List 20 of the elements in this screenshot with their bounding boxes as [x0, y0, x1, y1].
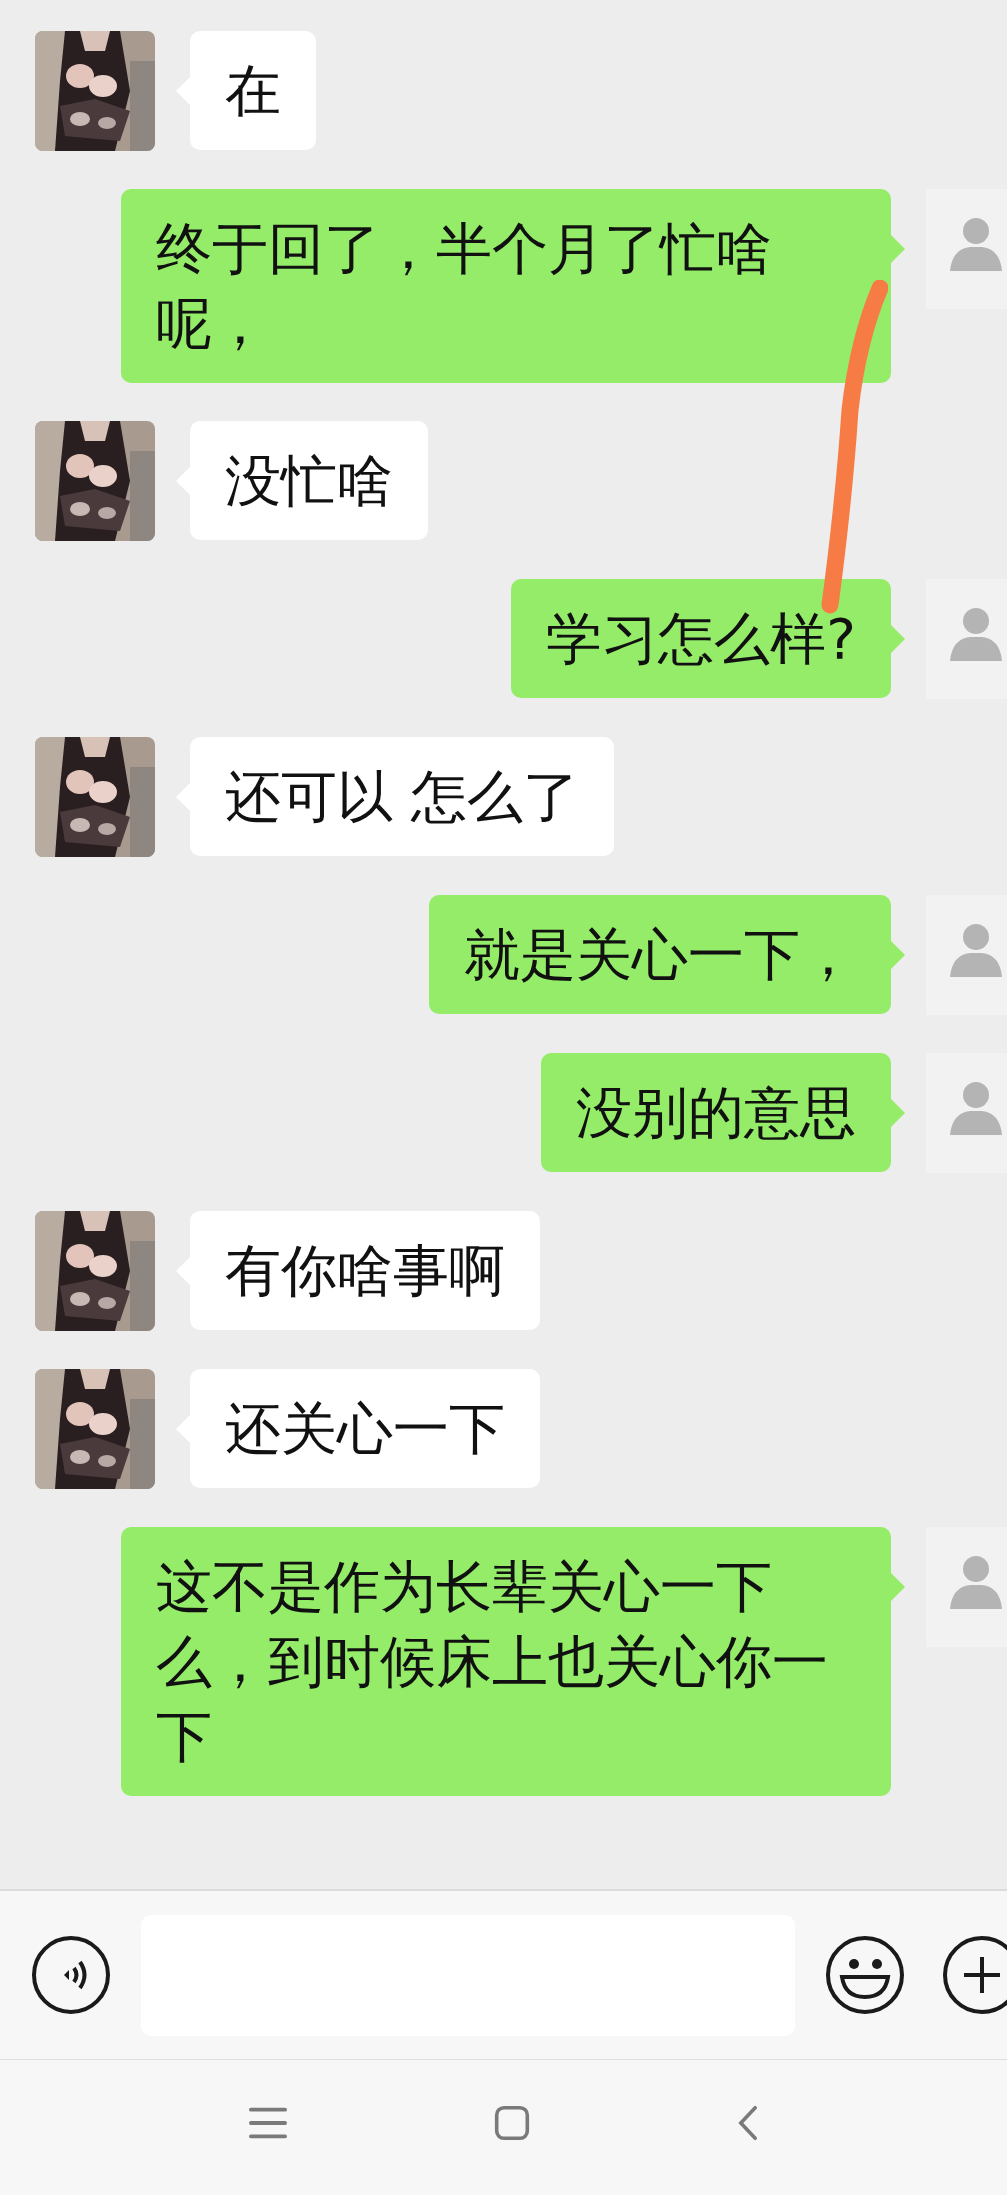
emoji-icon[interactable]	[825, 1935, 905, 2015]
message-bubble: 终于回了，半个月了忙啥呢，	[121, 189, 891, 383]
voice-icon[interactable]	[31, 1935, 111, 2015]
bubble-tail	[891, 1099, 905, 1127]
plus-icon[interactable]	[942, 1935, 1007, 2015]
bubble-tail	[891, 1573, 905, 1601]
message-bubble: 有你啥事啊	[190, 1211, 540, 1330]
bubble-tail	[891, 941, 905, 969]
message-bubble: 还可以 怎么了	[190, 737, 614, 856]
message-bubble: 没忙啥	[190, 421, 428, 540]
message-bubble: 还关心一下	[190, 1369, 540, 1488]
message-bubble: 这不是作为长辈关心一下么，到时候床上也关心你一下	[121, 1527, 891, 1796]
message-bubble: 在	[190, 31, 316, 150]
message-bubble: 学习怎么样?	[511, 579, 891, 698]
bubble-tail	[891, 235, 905, 263]
back-icon[interactable]	[736, 2104, 759, 2141]
message-bubble: 就是关心一下，	[429, 895, 891, 1014]
bubble-tail	[891, 625, 905, 653]
home-icon[interactable]	[492, 2104, 531, 2141]
message-bubble: 没别的意思	[541, 1053, 891, 1172]
